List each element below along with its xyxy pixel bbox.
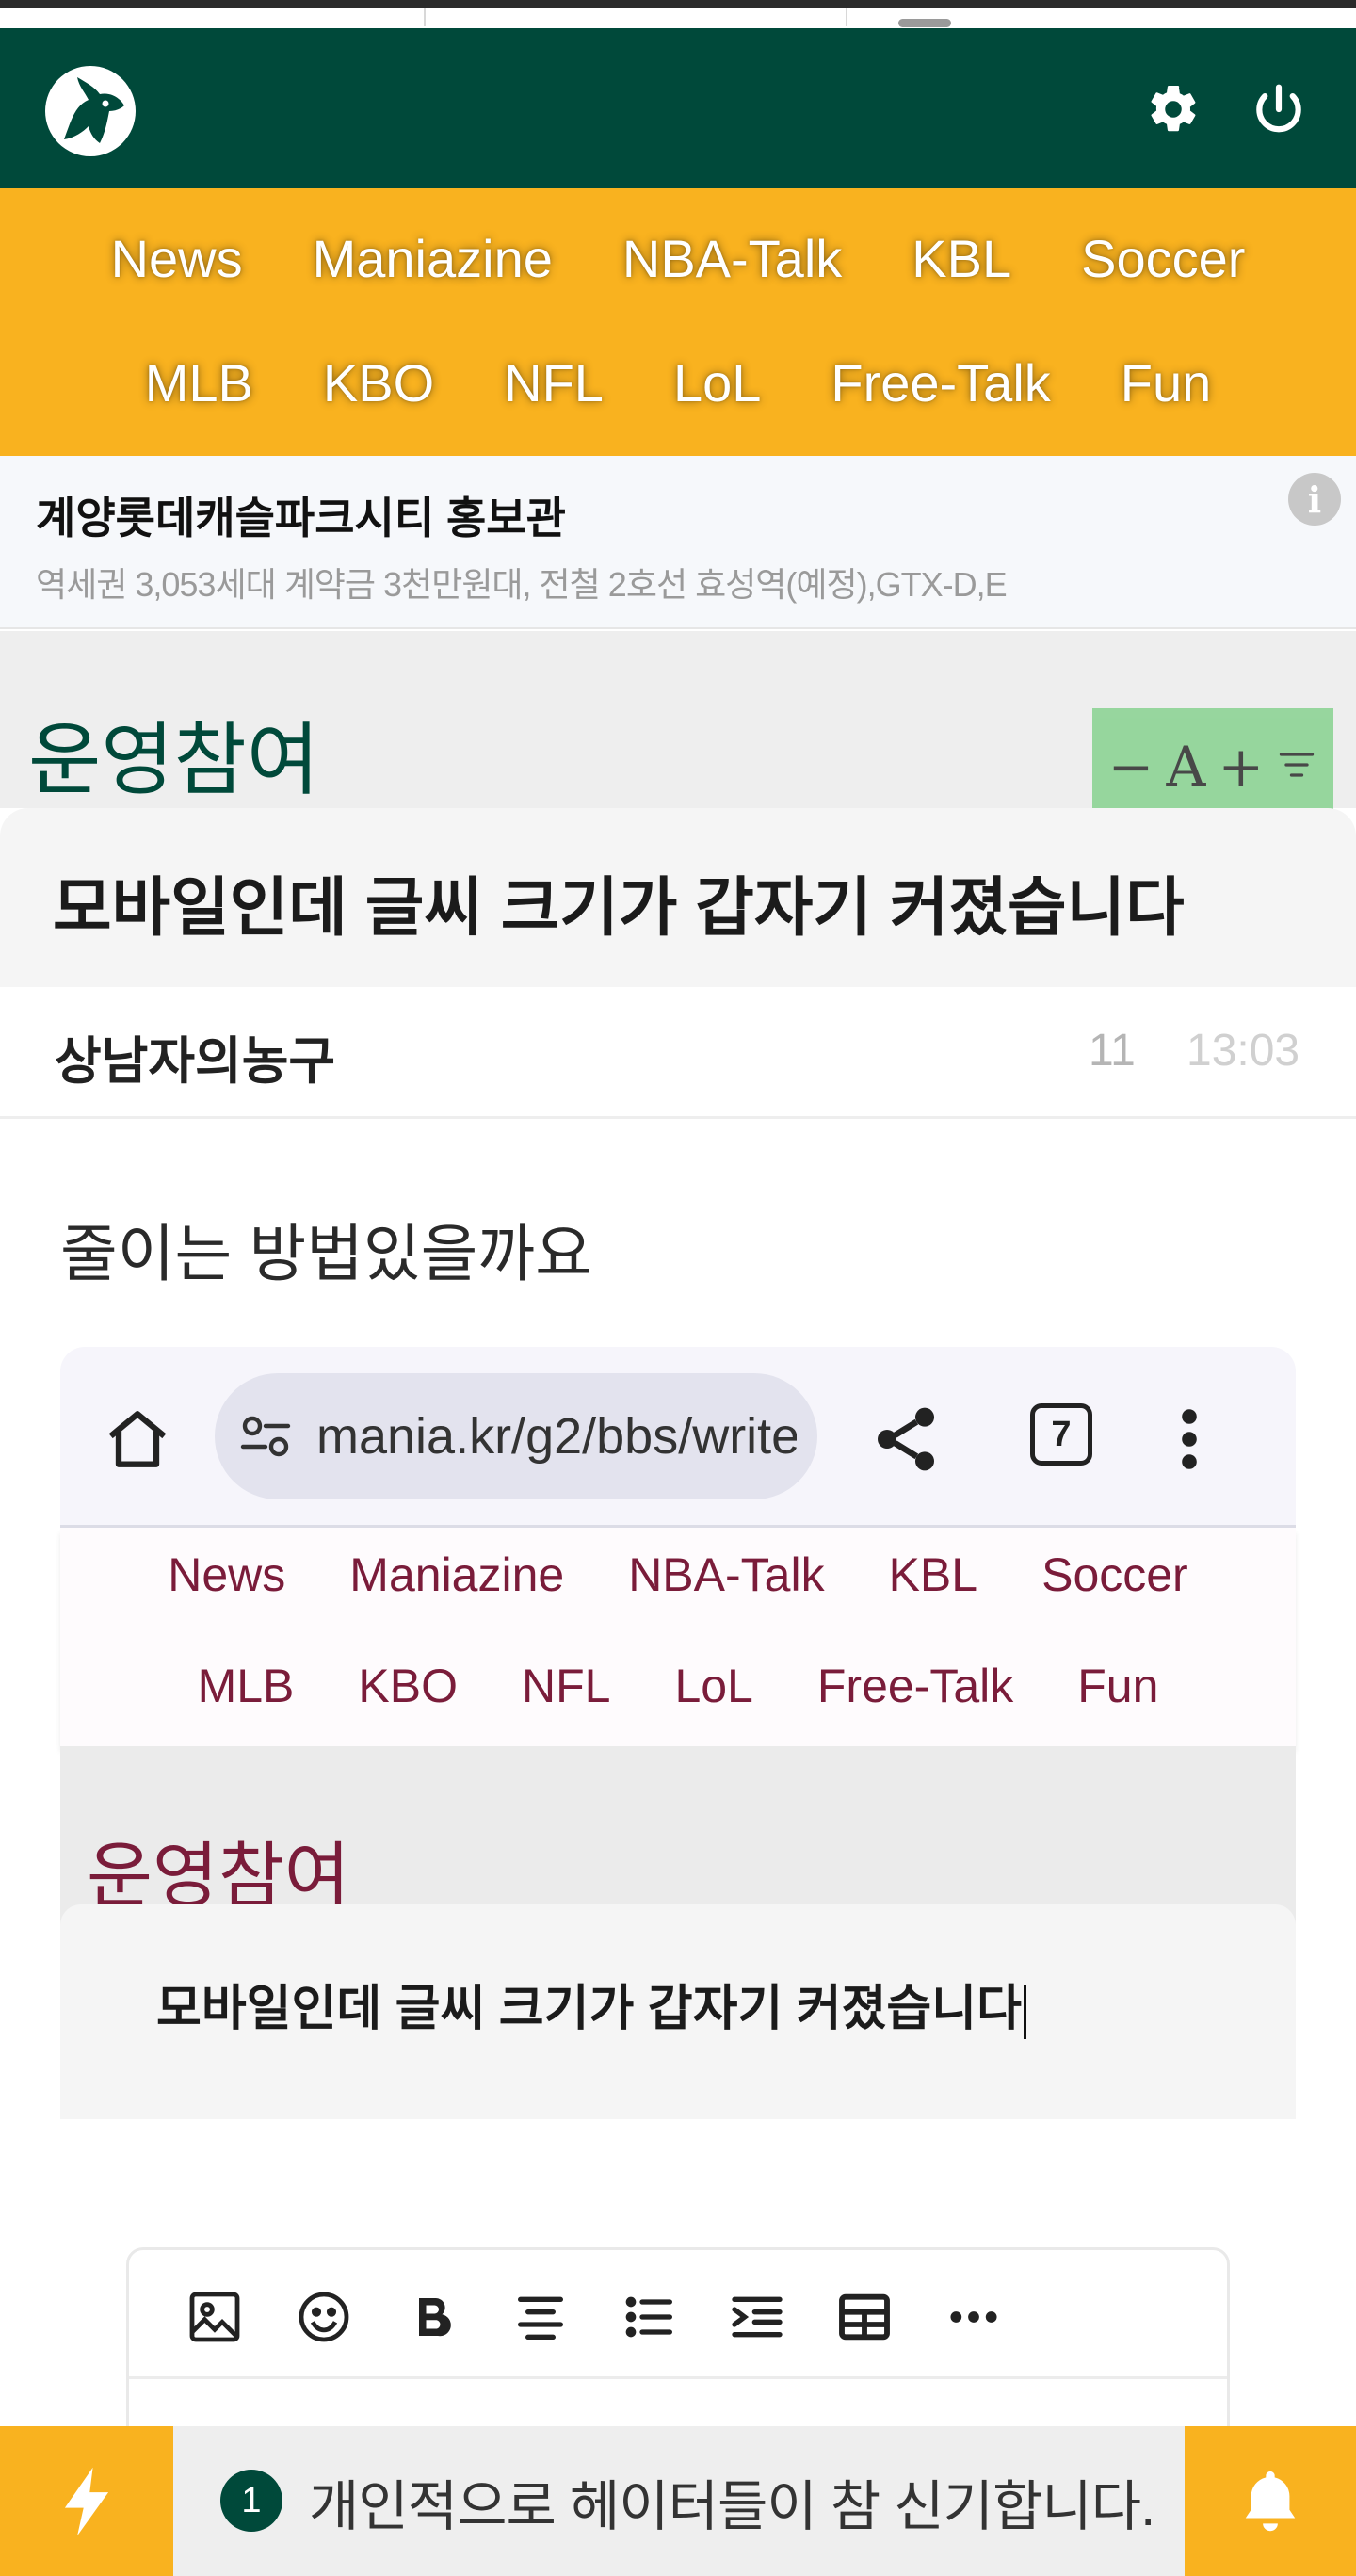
share-icon bbox=[868, 1401, 944, 1477]
more-icon[interactable] bbox=[941, 2284, 1007, 2350]
ad-title[interactable]: 계양롯데캐슬파크시티 홍보관 bbox=[36, 484, 566, 546]
home-icon bbox=[100, 1401, 175, 1477]
url-bar: mania.kr/g2/bbs/write bbox=[215, 1373, 817, 1499]
nav-item-nfl[interactable]: NFL bbox=[504, 341, 604, 426]
shot-nav-item: NBA-Talk bbox=[628, 1548, 825, 1601]
nav-item-mlb[interactable]: MLB bbox=[145, 341, 253, 426]
nav-item-fun[interactable]: Fun bbox=[1121, 341, 1212, 426]
bell-icon[interactable] bbox=[1185, 2426, 1356, 2576]
shot-nav-item: KBO bbox=[358, 1660, 458, 1712]
nav-row: MLB KBO NFL LoL Free-Talk Fun bbox=[60, 1648, 1296, 1724]
notice-badge: 1 bbox=[220, 2470, 282, 2532]
status-line bbox=[0, 0, 1356, 8]
nav-item-kbl[interactable]: KBL bbox=[912, 217, 1011, 301]
nav-item-lol[interactable]: LoL bbox=[673, 341, 761, 426]
shot-nav-item: News bbox=[168, 1548, 286, 1601]
font-reset-button[interactable]: A bbox=[1166, 735, 1205, 799]
nav-item-maniazine[interactable]: Maniazine bbox=[313, 217, 553, 301]
text-cursor bbox=[1023, 1985, 1026, 2040]
notice-text[interactable]: 개인적으로 헤이터들이 참 신기합니다. bbox=[309, 2462, 1155, 2541]
view-count: 11 bbox=[1089, 1026, 1136, 1076]
emoji-icon[interactable] bbox=[291, 2284, 357, 2350]
font-increase-button[interactable]: + bbox=[1219, 735, 1265, 799]
nav-item-soccer[interactable]: Soccer bbox=[1081, 217, 1245, 301]
screenshot-nav: News Maniazine NBA-Talk KBL Soccer MLB K… bbox=[60, 1528, 1296, 1746]
post-author[interactable]: 상남자의농구 bbox=[55, 1019, 335, 1094]
shot-post-title-text: 모바일인데 글씨 크기가 갑자기 커졌습니다 bbox=[156, 1982, 1022, 2036]
power-icon[interactable] bbox=[1241, 72, 1316, 147]
bullet-list-icon[interactable] bbox=[617, 2284, 683, 2350]
shot-post-title: 모바일인데 글씨 크기가 갑자기 커졌습니다 bbox=[156, 1968, 1026, 2040]
nav-row: News Maniazine NBA-Talk KBL Soccer bbox=[60, 1537, 1296, 1612]
more-vert-icon bbox=[1175, 1401, 1203, 1477]
post-body: 줄이는 방법있을까요 bbox=[60, 1219, 592, 1288]
shot-nav-item: Soccer bbox=[1041, 1548, 1188, 1601]
shot-nav-item: MLB bbox=[197, 1660, 295, 1712]
post-time: 13:03 bbox=[1186, 1026, 1300, 1076]
font-decrease-button[interactable]: − bbox=[1108, 735, 1154, 799]
bolt-icon[interactable] bbox=[0, 2426, 173, 2576]
filter-icon[interactable] bbox=[1276, 735, 1317, 799]
shot-nav-item: NFL bbox=[521, 1660, 611, 1712]
category-nav: News Maniazine NBA-Talk KBL Soccer MLB K… bbox=[0, 188, 1356, 456]
align-center-icon[interactable] bbox=[508, 2284, 573, 2350]
nav-item-news[interactable]: News bbox=[111, 217, 243, 301]
nav-item-free-talk[interactable]: Free-Talk bbox=[831, 341, 1050, 426]
drag-handle[interactable] bbox=[898, 19, 951, 27]
nav-item-kbo[interactable]: KBO bbox=[323, 341, 434, 426]
divider bbox=[424, 8, 426, 26]
tab-count-icon: 7 bbox=[1030, 1403, 1092, 1466]
info-icon[interactable]: i bbox=[1288, 473, 1341, 526]
url-text: mania.kr/g2/bbs/write bbox=[316, 1408, 797, 1465]
shot-nav-item: Free-Talk bbox=[816, 1660, 1014, 1712]
toolbar-divider bbox=[129, 2376, 1227, 2379]
indent-icon[interactable] bbox=[724, 2284, 790, 2350]
board-title[interactable]: 운영참여 bbox=[28, 697, 319, 811]
ad-banner[interactable]: 계양롯데캐슬파크시티 홍보관 역세권 3,053세대 계약금 3천만원대, 전철… bbox=[0, 456, 1356, 629]
shot-nav-item: KBL bbox=[888, 1548, 978, 1601]
image-icon[interactable] bbox=[182, 2284, 248, 2350]
gear-icon[interactable] bbox=[1136, 72, 1211, 147]
post-title: 모바일인데 글씨 크기가 갑자기 커졌습니다 bbox=[53, 872, 1185, 944]
shot-nav-item: Fun bbox=[1077, 1660, 1159, 1712]
ad-subtitle[interactable]: 역세권 3,053세대 계약금 3천만원대, 전철 2호선 효성역(예정),GT… bbox=[36, 558, 1008, 607]
bold-icon[interactable] bbox=[400, 2284, 466, 2350]
nav-item-nba-talk[interactable]: NBA-Talk bbox=[622, 217, 842, 301]
nav-row: MLB KBO NFL LoL Free-Talk Fun bbox=[0, 341, 1356, 426]
attached-screenshot[interactable]: mania.kr/g2/bbs/write 7 News Maniazine N… bbox=[60, 1347, 1296, 2119]
table-icon[interactable] bbox=[831, 2284, 897, 2350]
nav-row: News Maniazine NBA-Talk KBL Soccer bbox=[0, 217, 1356, 301]
divider bbox=[846, 8, 848, 26]
shot-nav-item: LoL bbox=[674, 1660, 753, 1712]
browser-bar: mania.kr/g2/bbs/write 7 bbox=[60, 1347, 1296, 1528]
status-strip bbox=[0, 0, 1356, 28]
site-settings-icon bbox=[237, 1413, 294, 1460]
shot-nav-item: Maniazine bbox=[349, 1548, 565, 1601]
goat-logo-icon[interactable] bbox=[43, 64, 137, 158]
site-header bbox=[0, 28, 1356, 188]
